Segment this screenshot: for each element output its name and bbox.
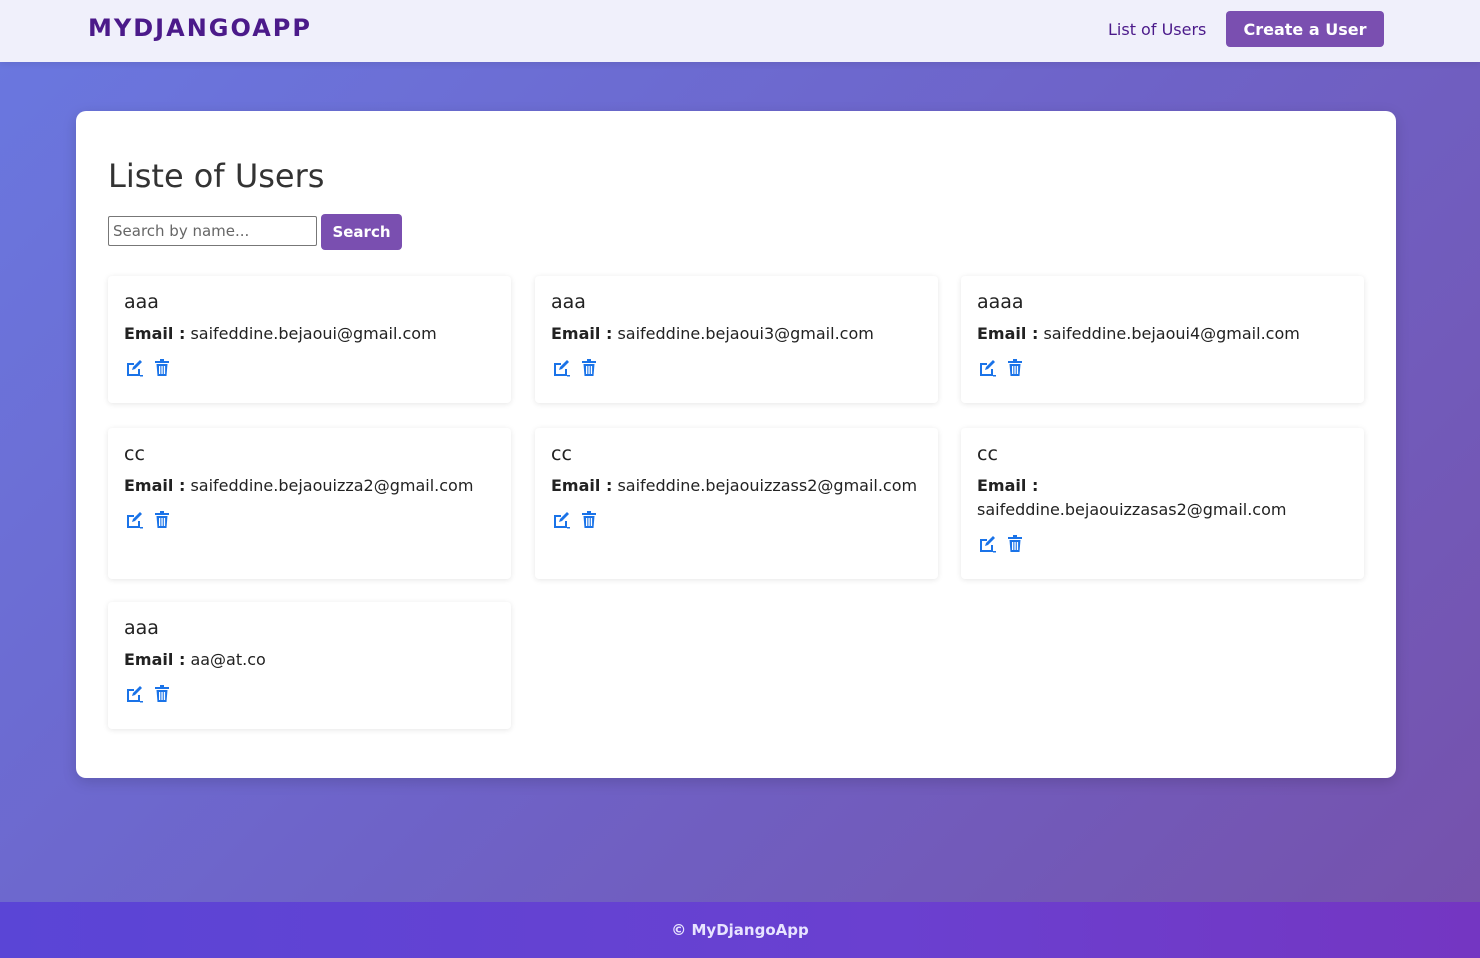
user-card: cc Email : saifeddine.bejaouizzass2@gmail… — [535, 428, 938, 579]
user-email-value: saifeddine.bejaouizzass2@gmail.com — [617, 476, 918, 495]
user-email-value: saifeddine.bejaouizzasas2@gmail.com — [977, 500, 1287, 519]
user-email: Email : aa@at.co — [124, 648, 495, 672]
user-card: aaaa Email : saifeddine.bejaoui4@gmail.co… — [961, 276, 1364, 403]
user-email-value: aa@at.co — [190, 650, 266, 669]
user-name: aaa — [551, 291, 586, 313]
user-card: aaa Email : aa@at.co — [108, 602, 511, 729]
card-actions — [124, 510, 495, 530]
user-name: aaa — [124, 617, 159, 639]
trash-icon[interactable] — [152, 510, 172, 530]
user-email: Email : saifeddine.bejaoui4@gmail.com — [977, 322, 1348, 346]
user-name: cc — [977, 443, 998, 465]
email-label: Email : — [124, 324, 186, 343]
nav-link-list-of-users[interactable]: List of Users — [1108, 20, 1206, 39]
search-input[interactable] — [108, 216, 317, 246]
card-actions — [551, 510, 922, 530]
user-email: Email : saifeddine.bejaoui3@gmail.com — [551, 322, 922, 346]
trash-icon[interactable] — [1005, 358, 1025, 378]
trash-icon[interactable] — [1005, 534, 1025, 554]
main-panel: Liste of Users Search aaa Email : saifedd… — [76, 111, 1396, 778]
user-email: Email : saifeddine.bejaoui@gmail.com — [124, 322, 495, 346]
user-email: Email : saifeddine.bejaouizza2@gmail.com — [124, 474, 495, 498]
card-actions — [124, 358, 495, 378]
footer-copyright: © MyDjangoApp — [671, 921, 809, 939]
email-label: Email : — [124, 650, 186, 669]
trash-icon[interactable] — [152, 358, 172, 378]
user-name: aaa — [124, 291, 159, 313]
edit-icon[interactable] — [977, 358, 997, 378]
card-actions — [124, 684, 495, 704]
user-email-value: saifeddine.bejaoui@gmail.com — [190, 324, 437, 343]
email-label: Email : — [977, 324, 1039, 343]
brand-logo[interactable]: MYDJANGOAPP — [88, 14, 312, 42]
edit-icon[interactable] — [551, 358, 571, 378]
email-label: Email : — [977, 476, 1039, 495]
card-actions — [977, 358, 1348, 378]
user-card: cc Email : saifeddine.bejaouizzasas2@gmai… — [961, 428, 1364, 579]
trash-icon[interactable] — [579, 510, 599, 530]
edit-icon[interactable] — [551, 510, 571, 530]
user-email-value: saifeddine.bejaoui3@gmail.com — [617, 324, 874, 343]
user-card: aaa Email : saifeddine.bejaoui3@gmail.com — [535, 276, 938, 403]
navbar: MYDJANGOAPP List of Users Create a User — [0, 0, 1480, 62]
search-button[interactable]: Search — [321, 214, 402, 250]
edit-icon[interactable] — [124, 510, 144, 530]
card-actions — [551, 358, 922, 378]
footer: © MyDjangoApp — [0, 902, 1480, 958]
user-email-value: saifeddine.bejaoui4@gmail.com — [1043, 324, 1300, 343]
edit-icon[interactable] — [977, 534, 997, 554]
user-email: Email : saifeddine.bejaouizzasas2@gmail.… — [977, 474, 1348, 522]
user-email: Email : saifeddine.bejaouizzass2@gmail.c… — [551, 474, 922, 498]
user-name: cc — [551, 443, 572, 465]
user-name: cc — [124, 443, 145, 465]
trash-icon[interactable] — [152, 684, 172, 704]
user-card: cc Email : saifeddine.bejaouizza2@gmail.c… — [108, 428, 511, 579]
email-label: Email : — [124, 476, 186, 495]
user-email-value: saifeddine.bejaouizza2@gmail.com — [190, 476, 474, 495]
create-user-button[interactable]: Create a User — [1226, 11, 1384, 47]
user-name: aaaa — [977, 291, 1024, 313]
page-title: Liste of Users — [108, 157, 325, 195]
edit-icon[interactable] — [124, 358, 144, 378]
card-actions — [977, 534, 1348, 554]
email-label: Email : — [551, 476, 613, 495]
edit-icon[interactable] — [124, 684, 144, 704]
user-card: aaa Email : saifeddine.bejaoui@gmail.com — [108, 276, 511, 403]
email-label: Email : — [551, 324, 613, 343]
trash-icon[interactable] — [579, 358, 599, 378]
